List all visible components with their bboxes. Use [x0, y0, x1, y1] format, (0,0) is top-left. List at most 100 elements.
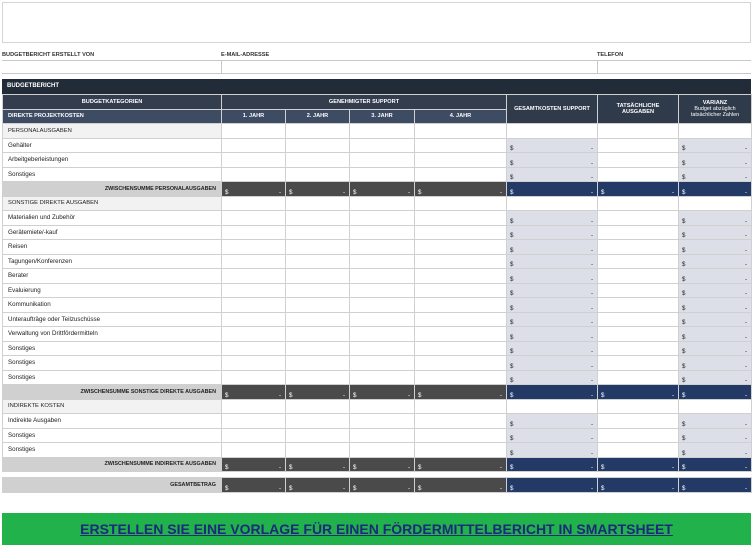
year-2-input[interactable]	[285, 355, 350, 371]
year-4-input[interactable]	[414, 340, 507, 356]
year-3-input[interactable]	[349, 210, 415, 226]
year-3-input[interactable]	[349, 297, 415, 313]
variance-cell[interactable]	[678, 195, 752, 211]
year-4-input[interactable]	[414, 152, 507, 168]
year-2-input[interactable]	[285, 413, 350, 429]
year-3-input[interactable]	[349, 413, 415, 429]
year-2-input[interactable]	[285, 268, 350, 284]
year-2-input[interactable]	[285, 282, 350, 298]
actual-spend-input[interactable]	[597, 355, 679, 371]
year-4-input[interactable]	[414, 369, 507, 385]
year-1-input[interactable]	[221, 369, 286, 385]
year-cell[interactable]	[285, 123, 350, 139]
year-4-input[interactable]	[414, 253, 507, 269]
year-1-input[interactable]	[221, 210, 286, 226]
year-3-input[interactable]	[349, 152, 415, 168]
actual-cell[interactable]	[597, 398, 679, 414]
actual-cell[interactable]	[597, 195, 679, 211]
year-4-input[interactable]	[414, 442, 507, 458]
year-4-input[interactable]	[414, 297, 507, 313]
year-4-input[interactable]	[414, 311, 507, 327]
year-cell[interactable]	[349, 398, 415, 414]
year-1-input[interactable]	[221, 311, 286, 327]
year-1-input[interactable]	[221, 268, 286, 284]
year-2-input[interactable]	[285, 152, 350, 168]
year-4-input[interactable]	[414, 427, 507, 443]
year-3-input[interactable]	[349, 282, 415, 298]
year-2-input[interactable]	[285, 340, 350, 356]
actual-spend-input[interactable]	[597, 137, 679, 153]
actual-spend-input[interactable]	[597, 224, 679, 240]
year-4-input[interactable]	[414, 268, 507, 284]
year-1-input[interactable]	[221, 166, 286, 182]
year-2-input[interactable]	[285, 224, 350, 240]
actual-spend-input[interactable]	[597, 239, 679, 255]
actual-spend-input[interactable]	[597, 369, 679, 385]
year-1-input[interactable]	[221, 137, 286, 153]
year-3-input[interactable]	[349, 355, 415, 371]
actual-spend-input[interactable]	[597, 297, 679, 313]
actual-spend-input[interactable]	[597, 282, 679, 298]
year-4-input[interactable]	[414, 224, 507, 240]
year-3-input[interactable]	[349, 137, 415, 153]
year-3-input[interactable]	[349, 268, 415, 284]
total-cell[interactable]	[506, 123, 598, 139]
year-3-input[interactable]	[349, 311, 415, 327]
year-cell[interactable]	[349, 123, 415, 139]
actual-spend-input[interactable]	[597, 152, 679, 168]
year-4-input[interactable]	[414, 282, 507, 298]
year-3-input[interactable]	[349, 427, 415, 443]
year-1-input[interactable]	[221, 442, 286, 458]
year-cell[interactable]	[414, 195, 507, 211]
year-1-input[interactable]	[221, 224, 286, 240]
actual-spend-input[interactable]	[597, 427, 679, 443]
year-2-input[interactable]	[285, 166, 350, 182]
actual-cell[interactable]	[597, 123, 679, 139]
year-3-input[interactable]	[349, 253, 415, 269]
year-1-input[interactable]	[221, 413, 286, 429]
year-2-input[interactable]	[285, 369, 350, 385]
actual-spend-input[interactable]	[597, 340, 679, 356]
total-cell[interactable]	[506, 398, 598, 414]
year-1-input[interactable]	[221, 340, 286, 356]
year-4-input[interactable]	[414, 326, 507, 342]
year-2-input[interactable]	[285, 137, 350, 153]
year-2-input[interactable]	[285, 210, 350, 226]
year-4-input[interactable]	[414, 355, 507, 371]
report-title-field[interactable]	[2, 2, 751, 43]
year-3-input[interactable]	[349, 224, 415, 240]
year-1-input[interactable]	[221, 326, 286, 342]
actual-spend-input[interactable]	[597, 268, 679, 284]
created-by-input[interactable]	[2, 61, 221, 74]
year-3-input[interactable]	[349, 442, 415, 458]
year-4-input[interactable]	[414, 166, 507, 182]
year-3-input[interactable]	[349, 340, 415, 356]
year-3-input[interactable]	[349, 166, 415, 182]
actual-spend-input[interactable]	[597, 253, 679, 269]
year-3-input[interactable]	[349, 326, 415, 342]
variance-cell[interactable]	[678, 123, 752, 139]
year-2-input[interactable]	[285, 442, 350, 458]
year-4-input[interactable]	[414, 239, 507, 255]
year-cell[interactable]	[221, 195, 286, 211]
phone-input[interactable]	[597, 61, 751, 74]
year-cell[interactable]	[221, 398, 286, 414]
year-4-input[interactable]	[414, 210, 507, 226]
year-cell[interactable]	[414, 398, 507, 414]
year-cell[interactable]	[285, 195, 350, 211]
actual-spend-input[interactable]	[597, 413, 679, 429]
actual-spend-input[interactable]	[597, 210, 679, 226]
year-3-input[interactable]	[349, 239, 415, 255]
actual-spend-input[interactable]	[597, 311, 679, 327]
year-2-input[interactable]	[285, 311, 350, 327]
year-1-input[interactable]	[221, 427, 286, 443]
actual-spend-input[interactable]	[597, 442, 679, 458]
year-1-input[interactable]	[221, 239, 286, 255]
actual-spend-input[interactable]	[597, 166, 679, 182]
year-1-input[interactable]	[221, 297, 286, 313]
year-1-input[interactable]	[221, 152, 286, 168]
year-4-input[interactable]	[414, 137, 507, 153]
year-cell[interactable]	[221, 123, 286, 139]
actual-spend-input[interactable]	[597, 326, 679, 342]
year-1-input[interactable]	[221, 253, 286, 269]
